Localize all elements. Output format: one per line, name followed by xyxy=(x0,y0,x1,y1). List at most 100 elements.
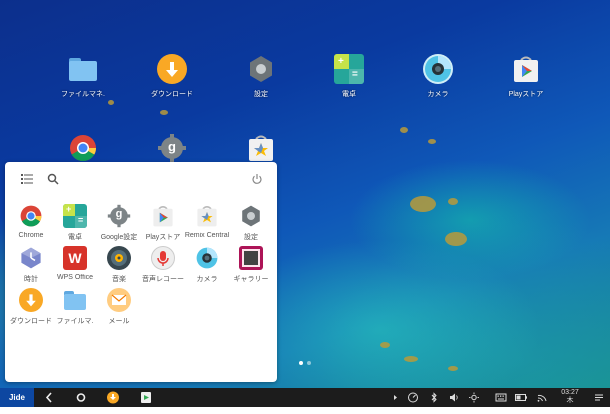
app-settings[interactable]: 設定 xyxy=(228,204,274,242)
start-menu-button[interactable]: Jide xyxy=(0,388,34,407)
app-label: カメラ xyxy=(196,276,218,283)
wallpaper-island xyxy=(108,100,114,105)
app-label: ギャラリー xyxy=(233,276,269,283)
tray-wifi[interactable] xyxy=(536,388,548,407)
taskbar-app-download[interactable] xyxy=(106,388,120,407)
desktop-icon-label: ファイルマネ. xyxy=(61,91,105,98)
bluetooth-icon xyxy=(431,392,437,403)
tray-gauge[interactable] xyxy=(406,388,420,407)
desktop-icon-label: 電卓 xyxy=(342,91,356,98)
desktop-icon-calculator[interactable]: + = 電卓 xyxy=(309,54,389,99)
tray-volume[interactable] xyxy=(448,388,460,407)
desktop-icon-google-settings[interactable]: g xyxy=(132,133,212,163)
home-button[interactable] xyxy=(74,388,88,407)
volume-icon xyxy=(450,393,458,402)
app-label: Remix Central xyxy=(184,232,230,239)
app-remix-central[interactable]: Remix Central xyxy=(184,204,230,239)
desktop-icon-label: ダウンロード xyxy=(151,91,193,98)
notification-center-button[interactable] xyxy=(592,388,606,407)
wps-letter: W xyxy=(68,250,82,266)
keyboard-icon xyxy=(495,393,507,402)
play-store-icon xyxy=(511,54,541,84)
desktop-icon-chrome[interactable] xyxy=(43,133,123,163)
calculator-icon: + = xyxy=(63,204,87,228)
search-icon[interactable] xyxy=(47,172,59,190)
app-file-manager[interactable]: ファイルマ. xyxy=(52,288,98,326)
app-mail[interactable]: メール xyxy=(96,288,142,326)
remix-central-icon xyxy=(195,204,219,228)
mail-icon xyxy=(107,288,131,312)
app-label: 設定 xyxy=(244,234,258,241)
back-button[interactable] xyxy=(42,388,56,407)
google-g-letter: g xyxy=(115,208,123,220)
remix-central-icon xyxy=(246,133,276,163)
clock-day: 木 xyxy=(566,397,574,404)
tray-brightness[interactable] xyxy=(468,388,480,407)
desktop-icon-label: Playストア xyxy=(508,91,544,98)
app-chrome[interactable]: Chrome xyxy=(8,204,54,239)
app-calculator[interactable]: + = 電卓 xyxy=(52,204,98,242)
google-g-letter: g xyxy=(168,139,176,154)
brightness-icon xyxy=(469,392,479,403)
app-music[interactable]: 音楽 xyxy=(96,246,142,284)
clock-time: 03:27 xyxy=(561,389,579,396)
tray-battery[interactable] xyxy=(514,388,528,407)
desktop-icon-file-manager[interactable]: ファイルマネ. xyxy=(43,54,123,99)
folder-icon xyxy=(63,288,87,312)
wallpaper-island xyxy=(448,366,458,371)
page-indicator-dot[interactable] xyxy=(307,361,311,365)
clock-icon xyxy=(19,246,43,270)
app-clock[interactable]: 時計 xyxy=(8,246,54,284)
folder-icon xyxy=(68,54,98,84)
wallpaper-island xyxy=(448,198,458,205)
download-icon xyxy=(19,288,43,312)
music-icon xyxy=(107,246,131,270)
app-label: Google設定 xyxy=(100,234,138,241)
tray-keyboard[interactable] xyxy=(494,388,508,407)
desktop-icon-play-store[interactable]: Playストア xyxy=(486,54,566,99)
notifications-icon xyxy=(595,394,603,401)
chevron-right-icon xyxy=(394,395,397,400)
list-view-icon[interactable] xyxy=(21,172,33,190)
calculator-icon: + = xyxy=(334,54,364,84)
desktop-icon-play-store-2[interactable] xyxy=(221,133,301,163)
app-download[interactable]: ダウンロード xyxy=(8,288,54,326)
play-store-icon xyxy=(151,204,175,228)
desktop-icon-camera[interactable]: カメラ xyxy=(398,54,478,99)
wallpaper-island xyxy=(404,356,418,362)
gallery-icon xyxy=(239,246,263,270)
tray-bluetooth[interactable] xyxy=(428,388,440,407)
voice-recorder-icon xyxy=(151,246,175,270)
app-play-store[interactable]: Playストア xyxy=(140,204,186,242)
app-label: メール xyxy=(108,318,130,325)
desktop-icon-label: カメラ xyxy=(427,91,449,98)
app-gallery[interactable]: ギャラリー xyxy=(228,246,274,284)
expand-tray-button[interactable] xyxy=(390,388,400,407)
settings-icon xyxy=(239,204,263,228)
tray-clock[interactable]: 03:27 木 xyxy=(556,388,584,408)
app-label: ダウンロード xyxy=(10,318,52,325)
wallpaper-island xyxy=(428,139,436,144)
app-google-settings[interactable]: g Google設定 xyxy=(96,204,142,242)
camera-icon xyxy=(423,54,453,84)
camera-icon xyxy=(195,246,219,270)
app-camera[interactable]: カメラ xyxy=(184,246,230,284)
wallpaper-island xyxy=(410,196,436,212)
app-label: 時計 xyxy=(24,276,38,283)
app-label: Chrome xyxy=(18,232,44,239)
wallpaper-island xyxy=(445,232,467,246)
google-settings-icon: g xyxy=(157,133,187,163)
taskbar: Jide 03:27 木 xyxy=(0,388,610,407)
app-wps-office[interactable]: W WPS Office xyxy=(52,246,98,281)
desktop-icon-settings[interactable]: 設定 xyxy=(221,54,301,99)
desktop-icon-download[interactable]: ダウンロード xyxy=(132,54,212,99)
power-icon[interactable] xyxy=(251,172,263,190)
desktop-icon-label: 設定 xyxy=(254,91,268,98)
jide-logo-icon: Jide xyxy=(8,393,25,402)
app-label: Playストア xyxy=(145,234,181,241)
page-indicator-dot-active[interactable] xyxy=(299,361,303,365)
gauge-icon xyxy=(408,392,418,403)
app-voice-recorder[interactable]: 音声レコーー xyxy=(140,246,186,284)
taskbar-app-play-store[interactable] xyxy=(139,388,153,407)
wallpaper-island xyxy=(380,342,390,348)
